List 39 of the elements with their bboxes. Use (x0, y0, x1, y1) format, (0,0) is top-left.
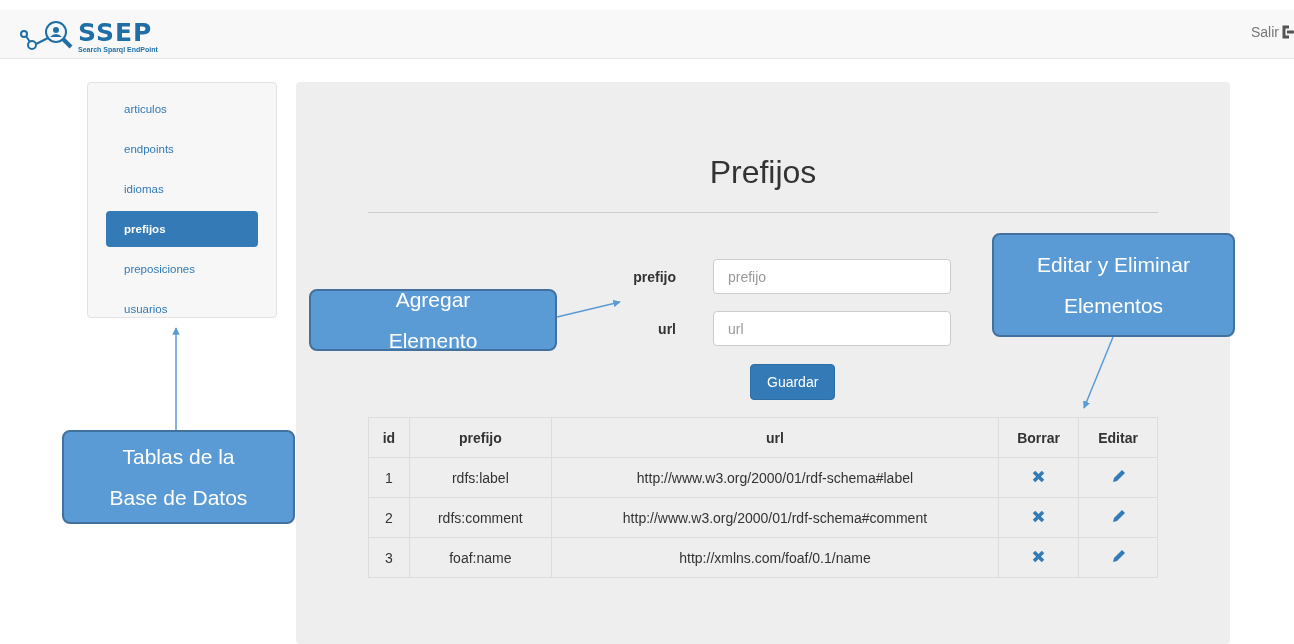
column-header: url (551, 417, 999, 458)
callout-box: Editar y Eliminar Elementos (992, 233, 1235, 337)
column-header: Borrar (998, 417, 1079, 458)
pointer-arrow (556, 299, 621, 318)
column-header: id (368, 417, 410, 458)
pencil-icon[interactable] (1110, 508, 1126, 524)
column-header: prefijo (409, 417, 552, 458)
delete-icon[interactable] (1032, 469, 1046, 483)
field-label: prefijo (633, 268, 676, 285)
table-cell: 2 (368, 497, 410, 538)
table-cell: http://www.w3.org/2000/01/rdf-schema#label (551, 457, 999, 498)
save-button[interactable]: Guardar (750, 364, 836, 400)
table-cell: http://www.w3.org/2000/01/rdf-schema#comment (551, 497, 999, 538)
page-title: Prefijos (708, 153, 818, 192)
sign-out-icon (1282, 25, 1294, 39)
column-header: Editar (1078, 417, 1158, 458)
sidebar-item[interactable]: usuarios (106, 291, 258, 327)
delete-icon[interactable] (1032, 509, 1046, 523)
table-cell: http://xmlns.com/foaf/0.1/name (551, 537, 999, 578)
sidebar-item[interactable]: prefijos (106, 211, 258, 247)
sidebar-item[interactable]: preposiciones (106, 251, 258, 287)
table-cell: 1 (368, 457, 410, 498)
sidebar-item[interactable]: articulos (106, 91, 258, 127)
callout-box: Tablas de la Base de Datos (62, 430, 295, 524)
delete-icon[interactable] (1032, 549, 1046, 563)
pencil-icon[interactable] (1110, 548, 1126, 564)
table-cell: rdfs:comment (409, 497, 552, 538)
logo-title: SSEP (78, 20, 154, 45)
sidebar-item[interactable]: endpoints (106, 131, 258, 167)
table-cell: rdfs:label (409, 457, 552, 498)
input-field[interactable]: prefijo (713, 259, 951, 294)
input-field[interactable]: url (713, 311, 951, 346)
field-label: url (658, 320, 676, 337)
table-cell: foaf:name (409, 537, 552, 578)
logout-link[interactable]: Salir (1251, 24, 1279, 40)
sidebar-item[interactable]: idiomas (106, 171, 258, 207)
table-cell: 3 (368, 537, 410, 578)
callout-box: Agregar Elemento (309, 289, 557, 351)
pencil-icon[interactable] (1110, 468, 1126, 484)
